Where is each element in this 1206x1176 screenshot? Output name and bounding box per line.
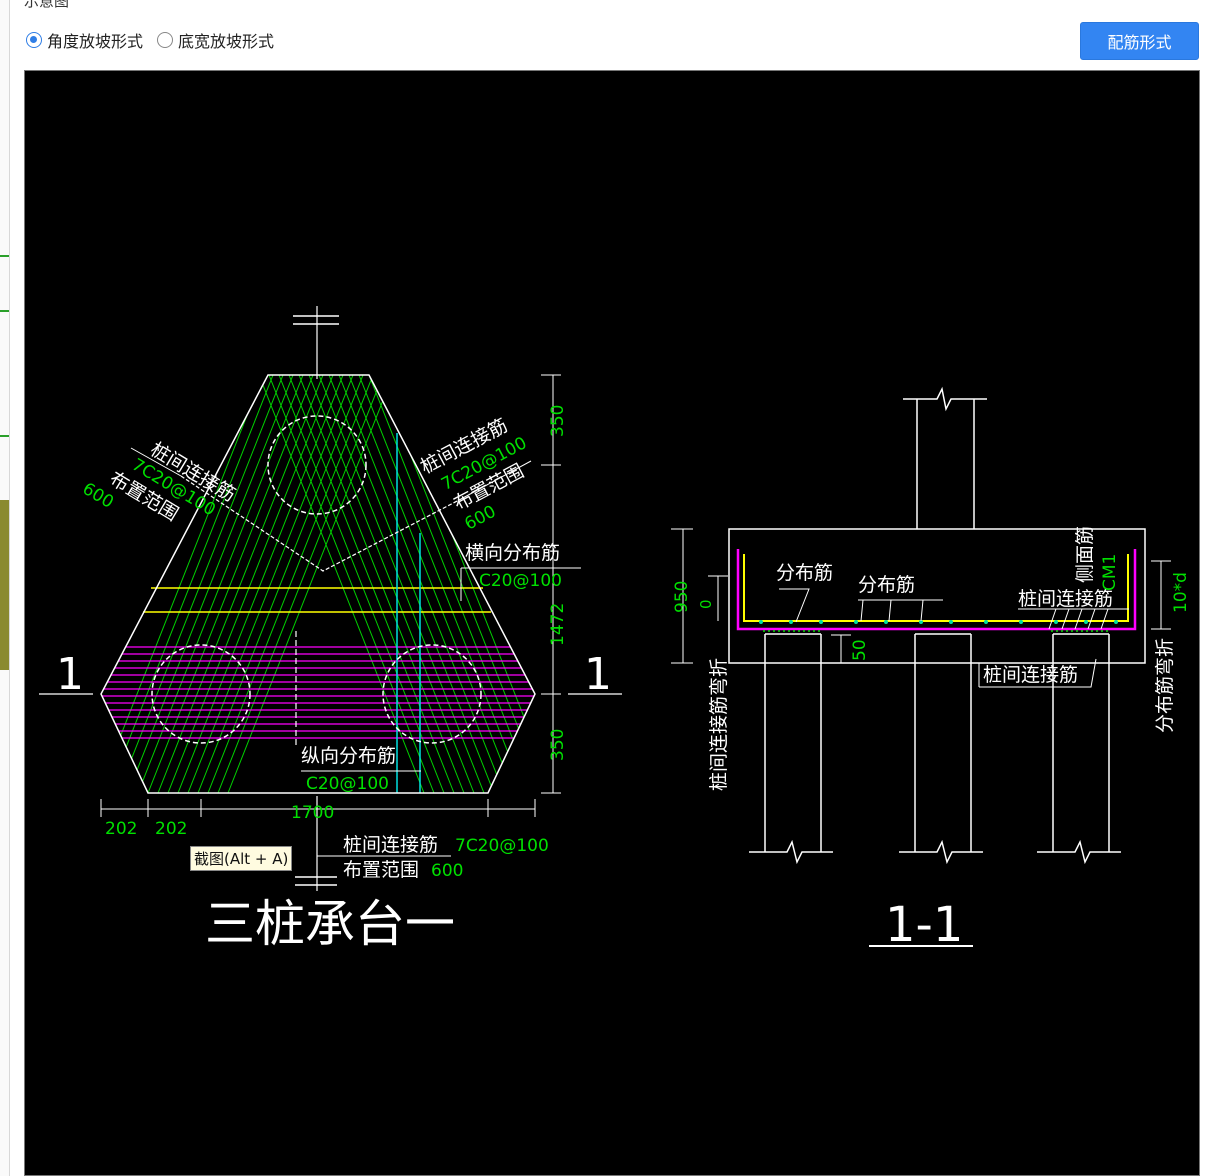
slope-mode-options: 角度放坡形式 底宽放坡形式	[26, 28, 274, 52]
radio-base-width-slope[interactable]: 底宽放坡形式	[157, 28, 274, 52]
section-left-vertical-label: 桩间连接筋弯折	[708, 658, 730, 791]
radio-checked-indicator[interactable]	[26, 32, 42, 48]
rebar-form-button[interactable]: 配筋形式	[1080, 22, 1199, 60]
section-side-spec: CM1	[1100, 554, 1120, 591]
section-side-label: 侧面筋	[1074, 526, 1096, 583]
dim-mid: 1472	[548, 603, 568, 646]
dim-edge-left: 202	[105, 819, 137, 839]
cad-preview-canvas: 1 1 桩间连接筋 7C20@100 布置范围 600 桩间连接筋 7C20@1…	[24, 70, 1200, 1176]
dim-edge-right: 202	[155, 819, 187, 839]
transverse-label: 横向分布筋	[465, 542, 560, 564]
section-dim-embed: 50	[850, 639, 870, 661]
section-title: 1-1	[885, 897, 963, 953]
radio-unchecked-indicator[interactable]	[157, 32, 174, 48]
section-dim-cover: 0	[697, 599, 715, 609]
bottom-range-value: 600	[431, 861, 463, 881]
bottom-range-label: 布置范围	[343, 859, 419, 881]
section-dim-height: 950	[672, 581, 692, 613]
dim-top: 350	[548, 405, 568, 437]
transverse-spec: C20@100	[479, 571, 562, 591]
radio-angle-slope[interactable]: 角度放坡形式	[26, 28, 143, 52]
section-mark-left: 1	[56, 649, 84, 700]
section-dim-bend: 10*d	[1171, 572, 1191, 613]
section-dist-label-1: 分布筋	[776, 562, 833, 584]
dialog-title: 示意图	[24, 0, 70, 10]
radio-angle-slope-label: 角度放坡形式	[47, 32, 144, 51]
screenshot-tooltip: 截图(Alt + A)	[190, 846, 293, 871]
bottom-conn-spec: 7C20@100	[455, 836, 549, 856]
plan-title: 三桩承台一	[205, 895, 455, 953]
section-mark-right: 1	[584, 649, 612, 700]
section-conn-label-bottom: 桩间连接筋	[983, 664, 1078, 686]
section-conn-label-top: 桩间连接筋	[1018, 588, 1113, 610]
longitudinal-spec: C20@100	[306, 774, 389, 794]
bottom-conn-label: 桩间连接筋	[343, 834, 438, 856]
section-view: 950 0 50 10*d 分布筋 分布筋 桩间连接筋 桩间连接筋 侧面筋 CM…	[671, 386, 1191, 953]
cad-drawing: 1 1 桩间连接筋 7C20@100 布置范围 600 桩间连接筋 7C20@1…	[39, 306, 1191, 953]
left-window-edge	[0, 0, 10, 1176]
section-right-vertical-label: 分布筋弯折	[1154, 638, 1176, 733]
dim-bottom: 350	[548, 729, 568, 761]
dim-width: 1700	[291, 803, 334, 823]
longitudinal-label: 纵向分布筋	[301, 745, 396, 767]
plan-view: 1 1 桩间连接筋 7C20@100 布置范围 600 桩间连接筋 7C20@1…	[39, 306, 622, 953]
rebar-hatch-magenta	[101, 646, 535, 739]
section-dist-label-2: 分布筋	[858, 574, 915, 596]
radio-base-width-slope-label: 底宽放坡形式	[178, 32, 275, 51]
